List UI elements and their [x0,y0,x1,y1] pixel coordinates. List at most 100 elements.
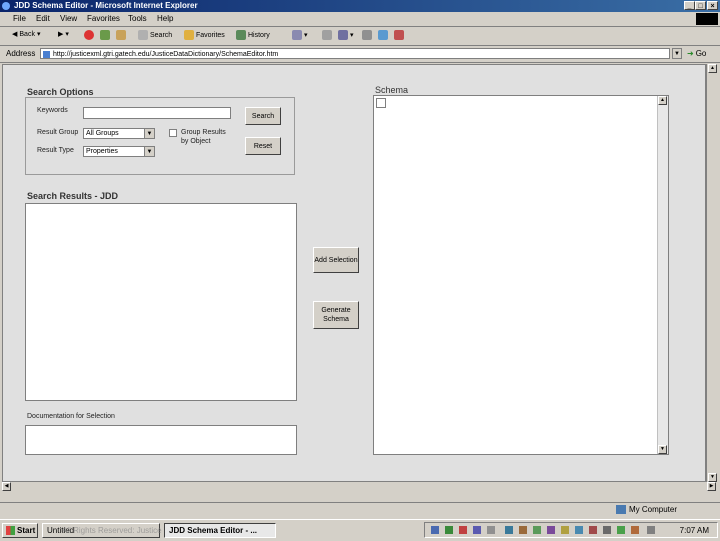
back-button[interactable]: ◀ Back ▾ [12,30,41,39]
security-zone: My Computer [616,505,677,514]
result-group-select[interactable]: All Groups ▼ [83,128,155,139]
print-button[interactable] [322,30,332,40]
menu-favorites[interactable]: Favorites [87,14,120,23]
window-title: JDD Schema Editor - Microsoft Internet E… [14,1,198,10]
chevron-down-icon: ▼ [144,147,154,156]
windows-logo [696,13,718,25]
history-button[interactable]: History [236,30,270,40]
search-results-list[interactable] [25,203,297,401]
print-icon [322,30,332,40]
search-button[interactable]: Search [245,107,281,125]
menu-view[interactable]: View [60,14,77,23]
tray-icon[interactable] [603,526,611,534]
messenger-icon [378,30,388,40]
address-input[interactable]: http://justicexml.gtri.gatech.edu/Justic… [40,48,670,59]
scroll-up-icon[interactable]: ▲ [708,64,717,73]
discuss-icon [362,30,372,40]
go-arrow-icon: ➜ [687,49,694,58]
tray-icon[interactable] [473,526,481,534]
reset-button[interactable]: Reset [245,137,281,155]
speaker-icon[interactable] [647,526,655,534]
scroll-right-icon[interactable]: ▶ [707,482,716,491]
chevron-down-icon: ▾ [36,31,41,38]
schema-title: Schema [375,85,409,95]
window-horizontal-scrollbar[interactable]: ◀ ▶ [0,482,720,502]
forward-arrow-icon: ▶ [58,31,64,38]
schema-scrollbar[interactable]: ▲ ▼ [657,96,668,454]
discuss-button[interactable] [362,30,372,40]
result-type-select[interactable]: Properties ▼ [83,146,155,157]
favorites-icon [184,30,194,40]
scroll-left-icon[interactable]: ◀ [2,482,11,491]
tray-icon[interactable] [505,526,513,534]
scroll-down-icon[interactable]: ▼ [708,473,717,482]
tray-icon[interactable] [431,526,439,534]
group-results-label: Group Results by Object [181,129,226,145]
tray-icon[interactable] [617,526,625,534]
tray-icon[interactable] [533,526,541,534]
result-group-label: Result Group [37,129,79,136]
tray-icon[interactable] [459,526,467,534]
window-vertical-scrollbar[interactable]: ▲ ▼ [706,64,719,482]
tray-icon[interactable] [575,526,583,534]
start-button[interactable]: Start [2,523,38,538]
edit-icon [338,30,348,40]
taskbar-item-jdd-editor[interactable]: JDD Schema Editor - ... [164,523,276,538]
address-dropdown[interactable]: ▼ [672,48,682,59]
back-arrow-icon: ◀ [12,31,18,38]
tray-icon[interactable] [519,526,527,534]
minimize-button[interactable]: _ [684,1,695,10]
research-button[interactable] [394,30,404,40]
tray-icon[interactable] [487,526,495,534]
menu-bar: File Edit View Favorites Tools Help [0,12,720,27]
history-icon [236,30,246,40]
windows-flag-icon [6,526,15,535]
schema-textarea[interactable]: ▲ ▼ [373,95,669,455]
chevron-down-icon: ▾ [304,32,308,39]
tray-icon[interactable] [445,526,453,534]
go-button[interactable]: ➜ Go [687,49,706,58]
close-button[interactable]: × [707,1,718,10]
add-selection-button[interactable]: Add Selection [313,247,359,273]
keywords-input[interactable] [83,107,231,119]
favorites-button[interactable]: Favorites [184,30,225,40]
menu-file[interactable]: File [13,14,26,23]
scroll-up-icon[interactable]: ▲ [658,96,667,105]
status-bar: My Computer [0,502,720,519]
tray-icon[interactable] [547,526,555,534]
refresh-button[interactable] [100,30,110,40]
schema-corner-box [376,98,386,108]
messenger-button[interactable] [378,30,388,40]
menu-edit[interactable]: Edit [36,14,50,23]
mail-button[interactable]: ▾ [292,30,308,40]
tray-icon[interactable] [561,526,569,534]
group-results-checkbox[interactable] [169,129,177,137]
tray-icon[interactable] [589,526,597,534]
search-results-title: Search Results - JDD [27,191,119,201]
edit-button[interactable]: ▾ [338,30,354,40]
menu-help[interactable]: Help [157,14,173,23]
address-label: Address [6,49,36,58]
clock: 7:07 AM [679,526,709,535]
documentation-box[interactable] [25,425,297,455]
stop-button[interactable] [84,30,94,40]
forward-button[interactable]: ▶ ▾ [58,30,69,38]
home-button[interactable] [116,30,126,40]
search-options-title: Search Options [27,87,94,97]
page-icon [43,51,50,58]
maximize-button[interactable]: □ [695,1,706,10]
generate-schema-button[interactable]: Generate Schema [313,301,359,329]
search-icon [138,30,148,40]
address-bar: Address http://justicexml.gtri.gatech.ed… [0,46,720,63]
home-icon [116,30,126,40]
scroll-down-icon[interactable]: ▼ [658,445,667,454]
page-content: Search Options Keywords Search Result Gr… [2,64,706,482]
mail-icon [292,30,302,40]
documentation-label: Documentation for Selection [27,413,115,420]
menu-tools[interactable]: Tools [128,14,147,23]
tray-icon[interactable] [631,526,639,534]
chevron-down-icon: ▾ [350,32,354,39]
search-button-toolbar[interactable]: Search [138,30,172,40]
ie-icon [2,2,10,10]
chevron-down-icon: ▾ [65,31,69,38]
